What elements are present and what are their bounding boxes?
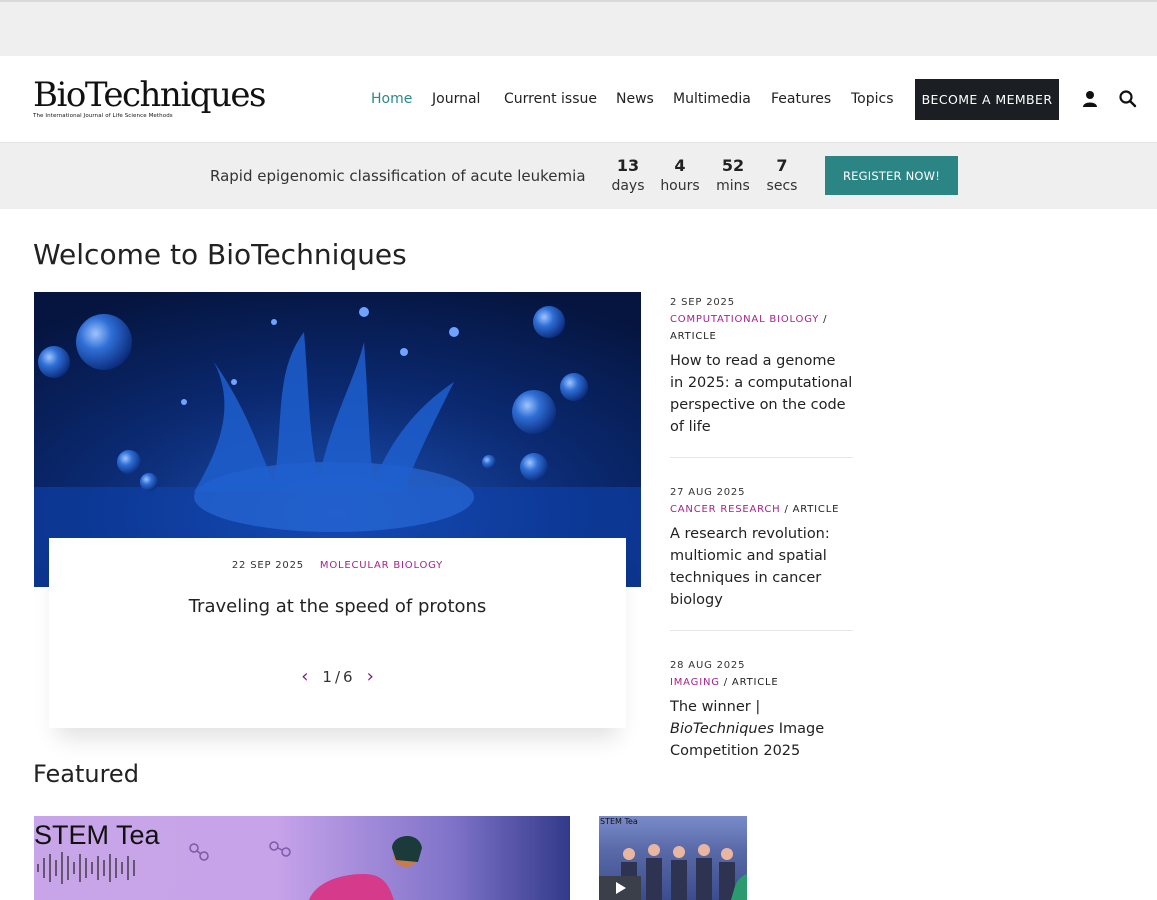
nav-news[interactable]: News [616, 91, 654, 107]
nav-multimedia[interactable]: Multimedia [673, 91, 751, 107]
become-member-button[interactable]: BECOME A MEMBER [915, 79, 1059, 120]
event-banner: Rapid epigenomic classification of acute… [0, 143, 1157, 209]
countdown-days-value: 13 [616, 156, 640, 175]
article-title-pre: The winner | [670, 699, 761, 715]
top-strip [0, 0, 1157, 56]
article-category: IMAGING / ARTICLE [670, 677, 779, 688]
pager-current: 1 [322, 667, 332, 686]
list-item[interactable]: 28 AUG 2025 IMAGING / ARTICLE The winner… [670, 657, 853, 781]
article-type: ARTICLE [792, 504, 840, 515]
site-header: BioTechniques The International Journal … [0, 56, 1157, 143]
page-title: Welcome to BioTechniques [33, 238, 407, 271]
countdown-secs-value: 7 [776, 156, 788, 175]
nav-topics[interactable]: Topics [851, 91, 894, 107]
hero-category[interactable]: MOLECULAR BIOLOGY [320, 560, 443, 571]
nav-features[interactable]: Features [771, 91, 831, 107]
article-type: ARTICLE [731, 677, 779, 688]
article-title[interactable]: A research revolution: multiomic and spa… [670, 523, 853, 611]
countdown-mins-unit: mins [716, 178, 750, 194]
list-item[interactable]: 2 SEP 2025 COMPUTATIONAL BIOLOGY / ARTIC… [670, 294, 853, 458]
nav-home[interactable]: Home [371, 91, 412, 107]
nav-journal[interactable]: Journal [432, 91, 480, 107]
biotechniques-logo[interactable]: BioTechniques The International Journal … [33, 75, 266, 126]
article-category-link[interactable]: CANCER RESEARCH [670, 504, 780, 515]
featured-card-stem-tea[interactable]: STEM Tea [34, 816, 570, 900]
list-item[interactable]: 27 AUG 2025 CANCER RESEARCH / ARTICLE A … [670, 484, 853, 631]
article-title[interactable]: How to read a genome in 2025: a computat… [670, 350, 853, 438]
countdown-hours-unit: hours [660, 178, 700, 194]
article-category: COMPUTATIONAL BIOLOGY / ARTICLE [670, 314, 828, 342]
featured-heading: Featured [33, 760, 139, 788]
user-icon[interactable] [1080, 89, 1100, 109]
article-title[interactable]: The winner | BioTechniques Image Competi… [670, 696, 853, 762]
countdown-days: 13 days [608, 157, 648, 197]
latest-articles: 2 SEP 2025 COMPUTATIONAL BIOLOGY / ARTIC… [670, 292, 853, 807]
article-date: 27 AUG 2025 [670, 487, 746, 498]
countdown-mins-value: 52 [721, 156, 745, 175]
countdown-secs-unit: secs [766, 178, 798, 194]
carousel-pager: ‹ 1 / 6 › [49, 666, 626, 687]
hero-date: 22 SEP 2025 [231, 560, 304, 571]
countdown-hours: 4 hours [658, 157, 702, 197]
article-date: 2 SEP 2025 [670, 297, 735, 308]
featured-card-video[interactable]: STEM Tea [599, 816, 747, 900]
countdown-days-unit: days [611, 178, 645, 194]
search-icon[interactable] [1118, 89, 1138, 109]
chevron-right-icon[interactable]: › [367, 666, 374, 687]
article-category-link[interactable]: IMAGING [670, 677, 720, 688]
hero-title[interactable]: Traveling at the speed of protons [49, 596, 626, 617]
article-title-em: BioTechniques [670, 721, 775, 737]
article-category: CANCER RESEARCH / ARTICLE [670, 504, 840, 515]
countdown-hours-value: 4 [674, 156, 686, 175]
chevron-left-icon[interactable]: ‹ [301, 666, 308, 687]
hero-meta: 22 SEP 2025 MOLECULAR BIOLOGY [49, 560, 626, 571]
nav-current-issue[interactable]: Current issue [504, 91, 597, 107]
article-date: 28 AUG 2025 [670, 660, 746, 671]
article-type: ARTICLE [670, 331, 717, 342]
pager-separator: / [334, 667, 341, 686]
register-now-button[interactable]: REGISTER NOW! [825, 156, 958, 195]
countdown-secs: 7 secs [763, 157, 801, 197]
countdown-mins: 52 mins [713, 157, 753, 197]
pager-total: 6 [343, 667, 353, 686]
article-category-link[interactable]: COMPUTATIONAL BIOLOGY [670, 314, 819, 325]
logo-wordmark: BioTechniques [33, 75, 266, 115]
hero-card[interactable]: 22 SEP 2025 MOLECULAR BIOLOGY Traveling … [49, 538, 626, 728]
banner-title: Rapid epigenomic classification of acute… [210, 167, 586, 185]
